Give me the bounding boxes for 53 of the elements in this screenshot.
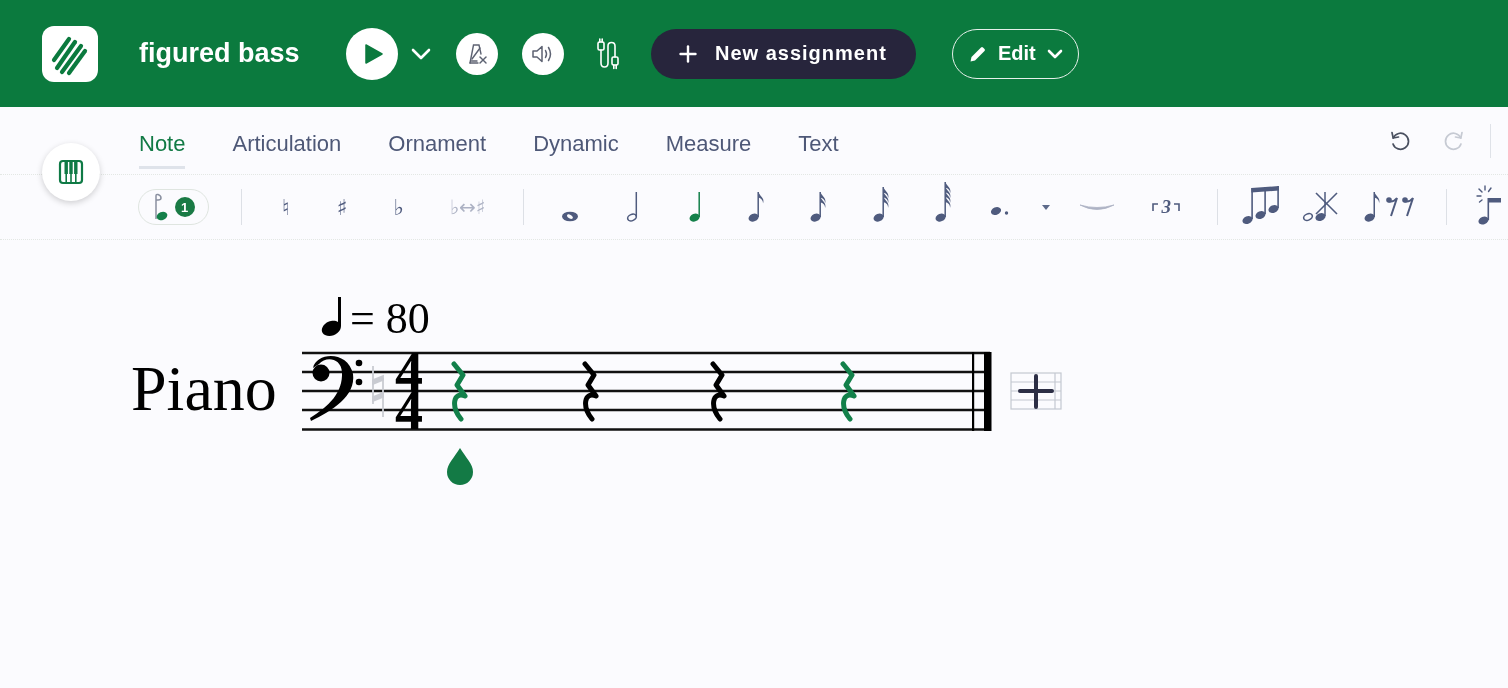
natural-sign-icon	[372, 365, 384, 418]
sound-button[interactable]	[522, 32, 564, 75]
bracket-icon	[1152, 203, 1159, 211]
chevron-down-icon	[411, 47, 431, 60]
crossed-note-icon	[1301, 190, 1340, 222]
bracket-icon	[1173, 203, 1180, 211]
instrument-name: Piano	[131, 353, 277, 424]
note-count: 1	[174, 197, 195, 217]
editor-tab[interactable]: Ornament	[388, 131, 487, 169]
add-measure-button[interactable]	[1010, 372, 1062, 410]
editor-tab[interactable]: Measure	[665, 131, 752, 169]
half-note-icon	[625, 191, 640, 222]
sparkle-note-icon	[1475, 185, 1502, 225]
quarter-rest[interactable]	[454, 364, 465, 419]
undo-icon	[1389, 129, 1411, 152]
new-assignment-button[interactable]: New assignment	[651, 28, 916, 79]
cable-icon	[595, 37, 621, 70]
editor-tab[interactable]: Dynamic	[533, 131, 619, 169]
score-title: figured bass	[139, 38, 301, 69]
quarter-rest[interactable]	[843, 364, 854, 419]
quarter-rest[interactable]	[585, 364, 596, 419]
editor-tab[interactable]: Articulation	[232, 131, 342, 169]
triplet-button[interactable]: 3	[1137, 187, 1196, 227]
accidental-button[interactable]: ♮	[264, 187, 307, 227]
caret-down-icon	[1041, 204, 1050, 210]
quarter-rest[interactable]	[713, 364, 724, 419]
thirty-second-note-icon	[872, 186, 891, 222]
keyboard-button[interactable]	[42, 143, 100, 201]
metronome-button[interactable]	[456, 32, 498, 75]
cursor-handle-icon[interactable]	[447, 448, 473, 485]
tempo-marking: = 80	[350, 294, 430, 343]
redo-icon	[1443, 129, 1465, 152]
connect-device-button[interactable]	[595, 37, 621, 70]
editor-tab[interactable]: Note	[139, 131, 186, 169]
edit-button[interactable]: Edit	[952, 28, 1079, 79]
piano-keys-icon	[58, 159, 84, 185]
whole-note-icon	[561, 211, 580, 222]
quarter-note-icon	[688, 191, 701, 222]
undo-button[interactable]	[1389, 129, 1411, 152]
chevron-down-icon	[1046, 48, 1063, 59]
play-button[interactable]	[346, 27, 398, 80]
note-icon	[152, 193, 169, 221]
quarter-note-icon	[321, 297, 341, 336]
tie-icon	[1079, 203, 1116, 211]
plus-icon	[679, 44, 697, 63]
editor-tab[interactable]: Text	[798, 131, 839, 169]
play-icon	[365, 43, 383, 64]
bass-clef	[310, 356, 363, 421]
sixty-fourth-note-icon	[934, 181, 953, 222]
accidental-button[interactable]: ♯	[320, 187, 364, 227]
app-logo-icon	[42, 25, 98, 82]
pencil-icon	[969, 44, 987, 63]
accidental-button[interactable]: ♭	[377, 187, 420, 227]
